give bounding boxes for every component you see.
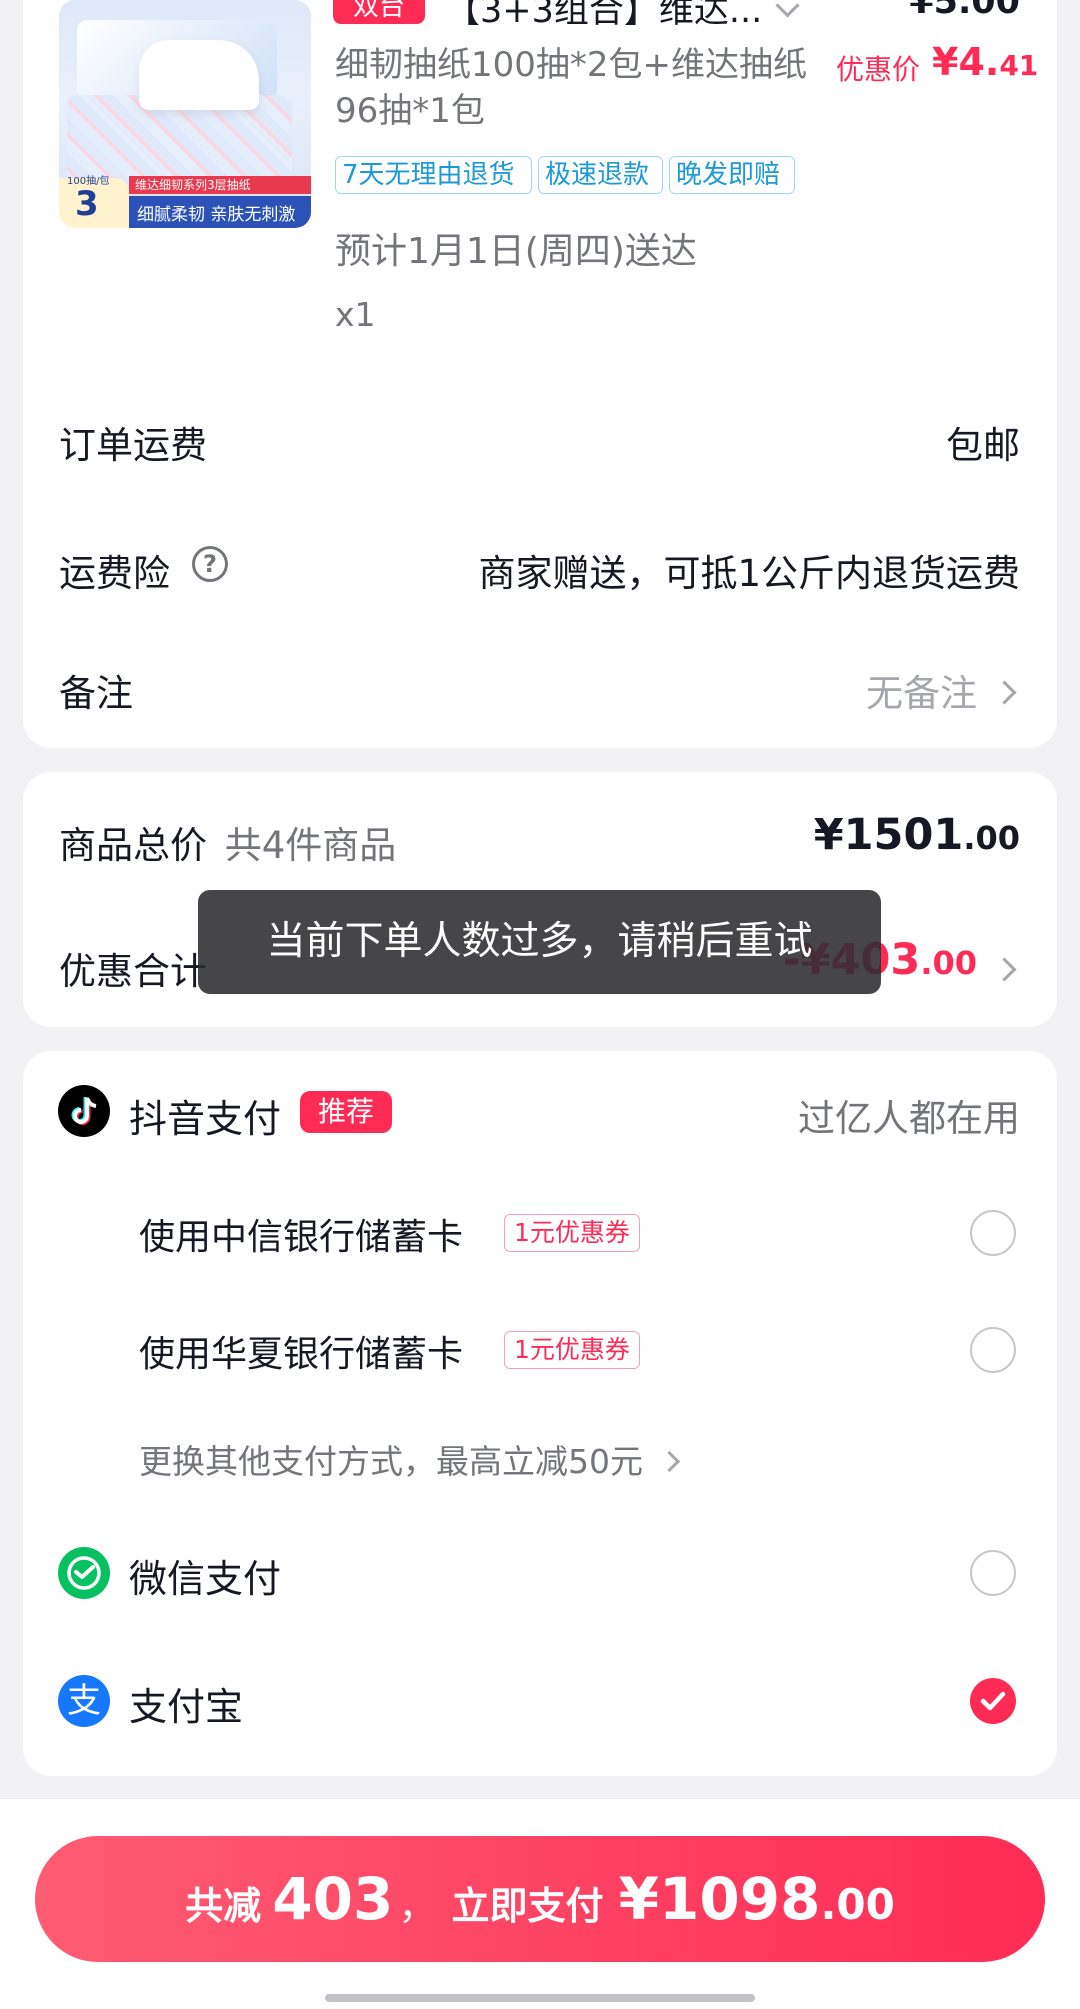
- total-price-int: ¥1501: [813, 810, 964, 860]
- reduce-label: 共减: [185, 1884, 262, 1928]
- pay-option-wechat[interactable]: 微信支付: [0, 1540, 1080, 1606]
- checkmark-icon: [980, 1691, 1006, 1711]
- image-count: 3: [75, 184, 99, 224]
- total-price-dec: .00: [963, 819, 1020, 857]
- chevron-right-icon: [992, 957, 1017, 982]
- total-count: 共4件商品: [224, 824, 397, 867]
- promo-price: ¥4.41: [932, 40, 1038, 84]
- product-tag: 双台: [333, 0, 425, 24]
- radio-button[interactable]: [970, 1327, 1016, 1373]
- product-title-text: 【3+3组合】维达...: [445, 0, 763, 31]
- chevron-right-icon: [658, 1450, 680, 1473]
- recommend-badge: 推荐: [300, 1091, 392, 1133]
- help-icon[interactable]: ?: [192, 546, 228, 582]
- pay-option-alipay[interactable]: 支 支付宝: [0, 1668, 1080, 1734]
- product-price: ¥5.00: [909, 0, 1020, 22]
- product-title[interactable]: 【3+3组合】维达...: [445, 0, 800, 33]
- promo-price-int: ¥4.: [932, 40, 1000, 84]
- pay-option-name: 使用中信银行储蓄卡: [139, 1217, 464, 1258]
- product-quantity: x1: [335, 295, 376, 334]
- insurance-label: 运费险: [59, 552, 170, 595]
- error-toast: 当前下单人数过多，请稍后重试: [198, 890, 881, 994]
- discount-amount-dec: .00: [920, 944, 977, 982]
- wechat-pay-name: 微信支付: [129, 1557, 282, 1601]
- service-tag-late: 晚发即赔: [669, 156, 795, 194]
- pay-now-button[interactable]: 共减 403 ， 立即支付 ¥1098.00: [35, 1836, 1045, 1962]
- service-tag-refund: 极速退款: [538, 156, 663, 194]
- remark-value: 无备注: [866, 672, 977, 715]
- wechat-pay-icon: [58, 1547, 110, 1599]
- promo-price-dec: 41: [999, 49, 1039, 82]
- image-caption-red-text: 维达细韧系列3层抽纸: [135, 178, 251, 192]
- chevron-right-icon: [992, 680, 1017, 705]
- radio-button[interactable]: [970, 1210, 1016, 1256]
- separator: ，: [398, 1884, 437, 1928]
- pay-label: 立即支付: [451, 1884, 604, 1928]
- discount-label: 优惠合计: [59, 950, 207, 993]
- coupon-badge: 1元优惠券: [504, 1214, 640, 1252]
- insurance-value: 商家赠送，可抵1公斤内退货运费: [478, 552, 1020, 595]
- pay-option-huaxia[interactable]: 使用华夏银行储蓄卡 1元优惠券: [0, 1317, 1080, 1383]
- home-indicator[interactable]: [325, 1994, 755, 2002]
- delivery-estimate: 预计1月1日(周四)送达: [335, 231, 697, 272]
- total-label: 商品总价 共4件商品: [59, 815, 396, 869]
- douyin-pay-icon: [58, 1085, 110, 1137]
- remark-row[interactable]: 备注 无备注: [59, 660, 1019, 720]
- reduce-amount: 403: [272, 1865, 394, 1933]
- radio-button[interactable]: [970, 1550, 1016, 1596]
- total-price: ¥1501.00: [814, 810, 1020, 860]
- remark-label: 备注: [59, 672, 133, 715]
- product-spec: 细韧抽纸100抽*2包+维达抽纸96抽*1包: [335, 45, 808, 131]
- radio-button-checked[interactable]: [970, 1678, 1016, 1724]
- promo-label: 优惠价: [836, 53, 921, 86]
- douyin-pay-name: 抖音支付: [129, 1097, 282, 1141]
- pay-amount-int: ¥1098: [618, 1865, 821, 1933]
- more-pay-methods-text: 更换其他支付方式，最高立减50元: [139, 1442, 643, 1481]
- product-image[interactable]: 3 100抽/包 维达细韧系列3层抽纸 细腻柔韧 亲肤无刺激: [59, 0, 311, 228]
- pay-option-name: 使用华夏银行储蓄卡: [139, 1334, 464, 1375]
- more-pay-methods[interactable]: 更换其他支付方式，最高立减50元: [139, 1435, 680, 1483]
- alipay-icon: 支: [58, 1675, 110, 1727]
- coupon-badge: 1元优惠券: [504, 1331, 640, 1369]
- pay-option-citic[interactable]: 使用中信银行储蓄卡 1元优惠券: [0, 1200, 1080, 1266]
- douyin-pay-slogan: 过亿人都在用: [798, 1097, 1020, 1140]
- shipping-label: 订单运费: [59, 424, 207, 467]
- total-label-text: 商品总价: [59, 824, 207, 867]
- shipping-value: 包邮: [946, 424, 1020, 467]
- image-per-pack: 100抽/包: [67, 176, 110, 187]
- pay-amount-dec: .00: [820, 1880, 895, 1929]
- image-caption-blue-text: 细腻柔韧 亲肤无刺激: [137, 205, 296, 225]
- alipay-name: 支付宝: [129, 1685, 244, 1729]
- pay-amount: ¥1098.00: [619, 1865, 895, 1933]
- chevron-down-icon: [775, 0, 800, 18]
- tissue-sheet-graphic: [139, 40, 259, 110]
- service-tag-return: 7天无理由退货: [335, 156, 532, 194]
